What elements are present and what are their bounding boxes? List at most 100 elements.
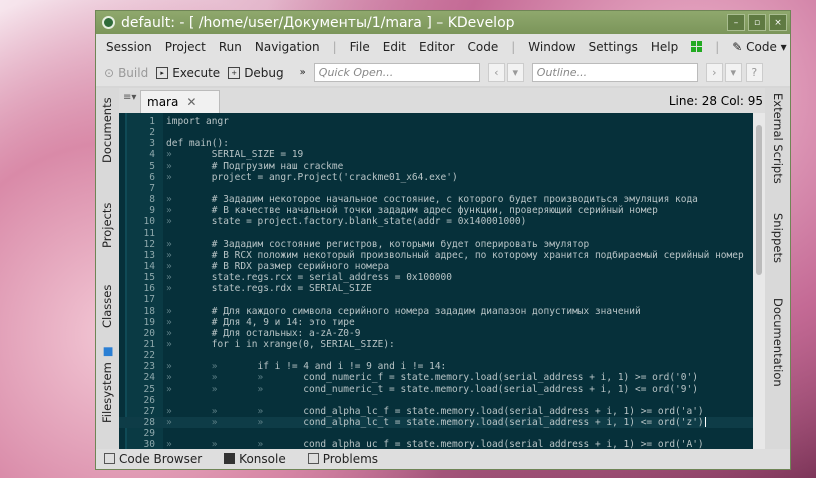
tab-marker: » [166, 272, 172, 284]
tab-marker: » [211, 383, 218, 395]
area-label: Code [746, 39, 777, 54]
line-number: 17 [143, 294, 155, 306]
code-editor[interactable]: 1 import angr 2 3 def main(): 4 » SERIAL_SIZE =… [119, 113, 765, 449]
menu-separator: | [332, 39, 337, 54]
tab-marker: » [211, 372, 218, 384]
code-text: # В качестве начальной точки зададим адр… [211, 205, 658, 217]
tab-marker: » [166, 160, 172, 172]
back-dropdown[interactable]: ▾ [506, 63, 524, 82]
dock-tab-external-scripts[interactable]: External Scripts [771, 93, 785, 184]
close-tab-icon[interactable]: ✕ [186, 95, 196, 109]
menu-session[interactable]: Session [106, 40, 152, 54]
line-number: 20 [143, 327, 155, 339]
code-line: 9 » # В качестве начальной точки зададим а… [119, 205, 753, 216]
forward-button[interactable]: › [705, 63, 723, 82]
dock-tab-projects[interactable]: Projects [100, 203, 114, 248]
text-cursor [704, 417, 706, 428]
code-text: # Для 4, 9 и 14: это тире [211, 316, 355, 328]
menu-separator: | [715, 39, 720, 54]
debug-button[interactable]: + Debug [228, 66, 284, 80]
code-line: 28 » » » cond_alpha_lc_t = state.memory.load… [119, 417, 753, 429]
menu-file[interactable]: File [350, 40, 370, 54]
dock-tab-classes[interactable]: Classes [100, 285, 114, 328]
menu-run[interactable]: Run [219, 40, 242, 54]
dock-label: Problems [322, 452, 379, 466]
minimize-button[interactable]: – [727, 14, 745, 31]
line-number: 18 [143, 305, 155, 317]
menu-window[interactable]: Window [528, 40, 575, 54]
line-number: 8 [149, 194, 155, 206]
code-line: 1 import angr [119, 116, 753, 127]
code-line: 2 [119, 127, 753, 138]
scrollbar-thumb[interactable] [756, 125, 762, 275]
dock-tab-documents[interactable]: Documents [100, 97, 114, 163]
problems-icon [307, 453, 319, 464]
menu-help[interactable]: Help [651, 40, 678, 54]
dock-tab-code-browser[interactable]: Code Browser [104, 452, 202, 466]
menu-separator: | [511, 39, 516, 54]
line-number: 12 [143, 238, 155, 250]
window-title: default: - [ /home/user/Документы/1/mara… [121, 14, 515, 31]
working-sets-icon[interactable] [691, 41, 703, 52]
dock-tab-problems[interactable]: Problems [307, 452, 379, 466]
code-line: 20 » # Для остальных: a-zA-Z0-9 [119, 328, 753, 339]
line-number: 1 [149, 116, 155, 127]
tab-mara[interactable]: mara ✕ [140, 90, 220, 113]
document-list-icon[interactable]: ≡▾ [123, 92, 136, 103]
back-button[interactable]: ‹ [487, 63, 505, 82]
code-line: 29 [119, 428, 753, 439]
menu-bar: Session Project Run Navigation | File Ed… [96, 34, 790, 59]
outline-input[interactable]: Outline... [531, 63, 698, 82]
forward-dropdown[interactable]: ▾ [724, 63, 742, 82]
dock-label: Filesystem [100, 362, 114, 423]
tab-marker: » [166, 194, 172, 206]
code-text: # Подгрузим наш crackme [211, 160, 344, 172]
build-button[interactable]: ⊙ Build [104, 66, 148, 80]
code-line: 19 » # Для 4, 9 и 14: это тире [119, 317, 753, 328]
terminal-icon [224, 453, 236, 464]
dock-tab-filesystem[interactable]: Filesystem ■ [100, 346, 114, 423]
menu-code[interactable]: Code [468, 40, 499, 54]
execute-button[interactable]: ▸ Execute [156, 66, 220, 80]
code-text: # Зададим некоторое начальное состояние,… [211, 194, 698, 206]
tab-marker: » [211, 405, 218, 417]
area-switcher[interactable]: ✎ Code ▾ [732, 40, 786, 54]
line-number: 10 [143, 216, 155, 228]
menu-edit[interactable]: Edit [383, 40, 406, 54]
tab-marker: » [257, 417, 264, 429]
line-number: 13 [143, 249, 155, 261]
menu-navigation[interactable]: Navigation [255, 40, 320, 54]
menu-settings[interactable]: Settings [589, 40, 638, 54]
folder-icon: ■ [100, 346, 114, 358]
close-button[interactable]: × [769, 14, 787, 31]
toolbar: ⊙ Build ▸ Execute + Debug » Quick Open... ‹… [96, 59, 790, 86]
tab-marker: » [166, 339, 172, 350]
execute-icon: ▸ [156, 66, 169, 79]
code-browser-icon [104, 453, 115, 464]
overflow-icon[interactable]: » [300, 67, 306, 78]
dock-label: Documentation [771, 298, 785, 387]
help-icon[interactable]: ? [745, 63, 763, 82]
dock-tab-snippets[interactable]: Snippets [771, 213, 785, 263]
tab-label: mara [147, 95, 179, 109]
maximize-button[interactable]: ▫ [748, 14, 766, 31]
menu-editor[interactable]: Editor [419, 40, 455, 54]
code-line: 3 def main(): [119, 138, 753, 149]
line-number: 16 [143, 283, 155, 295]
code-line: 6 » project = angr.Project('crackme01_x64.… [119, 172, 753, 183]
right-dock: External Scripts Snippets Documentation [765, 88, 790, 449]
menu-project[interactable]: Project [165, 40, 206, 54]
code-text: state.regs.rdx = SERIAL_SIZE [211, 283, 372, 295]
code-line: 11 [119, 228, 753, 239]
tab-marker: » [166, 149, 172, 161]
tab-marker: » [257, 383, 264, 395]
vertical-scrollbar[interactable] [753, 113, 765, 449]
quick-open-input[interactable]: Quick Open... [313, 63, 480, 82]
tab-marker: » [166, 171, 172, 183]
code-line: 10 » state = project.factory.blank_state(a… [119, 216, 753, 227]
dock-tab-documentation[interactable]: Documentation [771, 298, 785, 387]
dock-tab-konsole[interactable]: Konsole [224, 452, 286, 466]
code-line: 8 » # Зададим некоторое начальное состояни… [119, 194, 753, 205]
code-line: 23 » » if i != 4 and i != 9 and i != 14: [119, 361, 753, 372]
build-label: Build [118, 65, 149, 80]
